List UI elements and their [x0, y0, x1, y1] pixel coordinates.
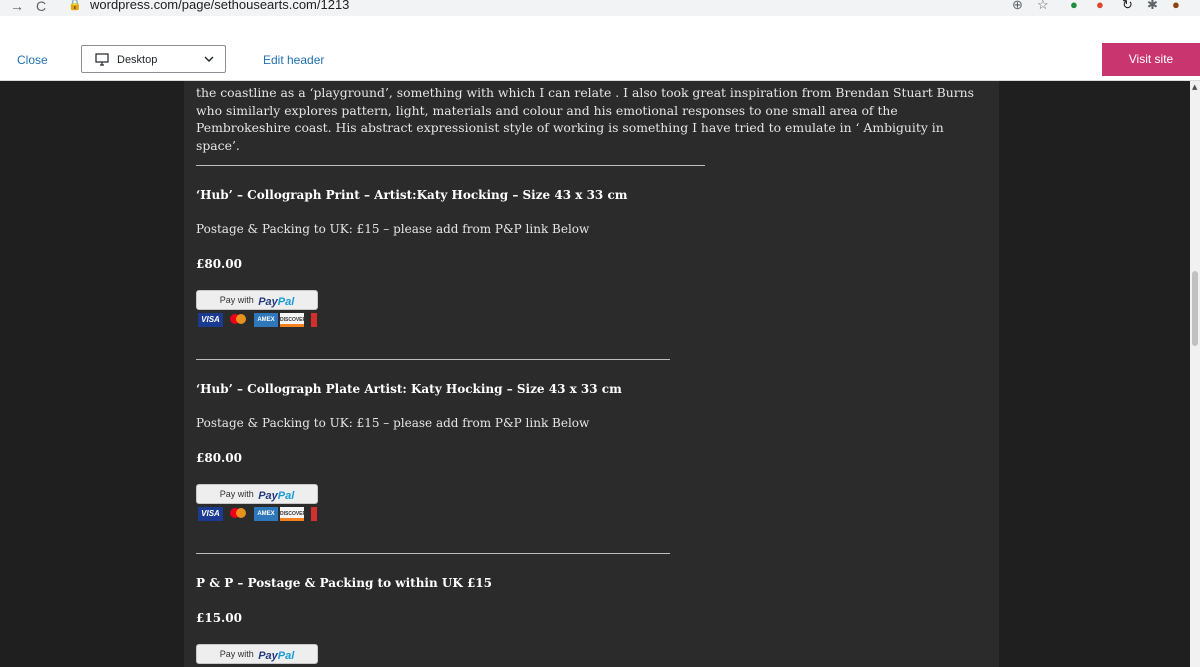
card-logos: VISA AMEX DISCOVER	[198, 313, 320, 329]
visit-site-button[interactable]: Visit site	[1102, 43, 1200, 76]
editor-strip	[0, 16, 1200, 40]
product-title: ‘Hub’ – Collograph Print – Artist:Katy H…	[196, 188, 628, 202]
product-price: £80.00	[196, 451, 242, 465]
scroll-thumb[interactable]	[1192, 271, 1198, 346]
mastercard-icon	[225, 313, 250, 327]
postage-note: Postage & Packing to UK: £15 – please ad…	[196, 222, 590, 236]
amex-icon: AMEX	[254, 507, 278, 521]
url-text[interactable]: wordpress.com/page/sethousearts.com/1213	[90, 0, 349, 12]
puzzle-icon[interactable]: ✱	[1147, 0, 1158, 13]
device-preview-select[interactable]: Desktop	[81, 45, 226, 73]
paypal-button[interactable]: Pay with PayPal	[196, 484, 318, 504]
back-arrow-icon[interactable]: →	[10, 0, 24, 14]
lock-icon: 🔒	[68, 0, 82, 11]
scroll-up-icon[interactable]: ▲	[1192, 83, 1197, 91]
close-button[interactable]: Close	[17, 53, 48, 67]
star-icon[interactable]: ☆	[1037, 0, 1049, 13]
extension-icon[interactable]: ●	[1070, 0, 1078, 12]
amex-icon: AMEX	[254, 313, 278, 327]
card-icon	[311, 507, 317, 521]
chevron-down-icon	[203, 53, 215, 68]
paypal-button[interactable]: Pay with PayPal	[196, 290, 318, 310]
divider	[196, 553, 670, 554]
monitor-icon	[95, 53, 109, 69]
product-title: P & P – Postage & Packing to within UK £…	[196, 576, 492, 590]
avatar[interactable]: ●	[1172, 0, 1180, 12]
visa-icon: VISA	[198, 507, 223, 521]
product-price: £80.00	[196, 257, 242, 271]
editor-toolbar: Close Desktop Edit header Visit site	[0, 40, 1200, 81]
edit-header-button[interactable]: Edit header	[263, 53, 324, 67]
product-title: ‘Hub’ – Collograph Plate Artist: Katy Ho…	[196, 382, 622, 396]
shield-extension-icon[interactable]: ●	[1096, 0, 1104, 12]
card-logos: VISA AMEX DISCOVER	[198, 507, 320, 523]
discover-icon: DISCOVER	[280, 313, 306, 327]
product-price: £15.00	[196, 611, 242, 625]
sync-extension-icon[interactable]: ↻	[1122, 0, 1133, 13]
card-icon	[311, 313, 317, 327]
mastercard-icon	[225, 507, 250, 521]
device-label: Desktop	[117, 54, 158, 66]
visa-icon: VISA	[198, 313, 223, 327]
discover-icon: DISCOVER	[280, 507, 306, 521]
article-paragraph: the coastline as a ‘playground’, somethi…	[196, 85, 975, 153]
postage-note: Postage & Packing to UK: £15 – please ad…	[196, 416, 590, 430]
browser-bar: → C 🔒 wordpress.com/page/sethousearts.co…	[0, 0, 1200, 16]
divider	[196, 165, 705, 166]
paypal-button[interactable]: Pay with PayPal	[196, 644, 318, 664]
add-bookmark-icon[interactable]: ⊕	[1012, 0, 1023, 13]
scrollbar[interactable]: ▲	[1190, 81, 1200, 667]
reload-icon[interactable]: C	[36, 0, 46, 14]
divider	[196, 359, 670, 360]
